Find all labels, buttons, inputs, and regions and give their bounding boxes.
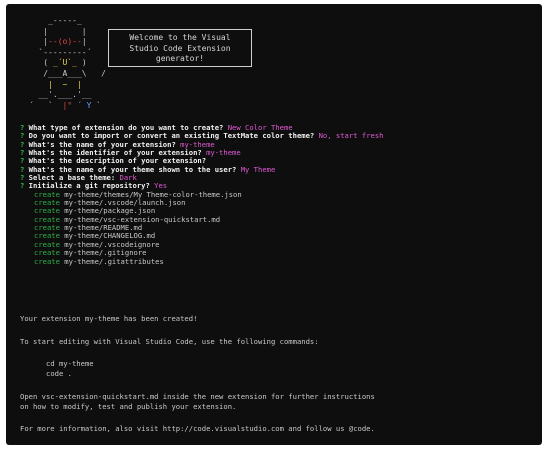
prompt-answer: No, start fresh (318, 131, 384, 141)
command-code: code . (46, 369, 72, 378)
welcome-line: Studio Code Extension (129, 43, 231, 53)
yeoman-ascii-art: _-----_ | | |--(o)--| `---------´ ( _´U`… (28, 16, 106, 110)
open-instructions-line-1: Open vsc-extension-quickstart.md inside … (20, 392, 375, 401)
prompt-mark: ? (20, 181, 25, 191)
created-file-path: my-theme/.gitattributes (64, 256, 164, 266)
create-line: create my-theme/.gitattributes (20, 256, 534, 266)
create-label: create (34, 256, 60, 266)
created-message: Your extension my-theme has been created… (20, 314, 198, 323)
prompt-answer: My Theme (240, 164, 276, 174)
prompt-answer: my-theme (206, 148, 241, 158)
welcome-line: generator! (155, 54, 205, 63)
open-instructions-line-2: on how to modify, test and publish your … (20, 402, 237, 411)
start-instructions: To start editing with Visual Studio Code… (20, 337, 319, 346)
terminal-window[interactable]: _-----_ | | |--(o)--| `---------´ ( _´U`… (6, 4, 542, 445)
welcome-box: Welcome to the Visual Studio Code Extens… (108, 29, 252, 67)
welcome-line: Welcome to the Visual (129, 33, 231, 42)
command-cd: cd my-theme (46, 359, 94, 368)
prompt-list: ? What type of extension do you want to … (20, 123, 534, 266)
more-info-message: For more information, also visit http://… (20, 424, 375, 433)
